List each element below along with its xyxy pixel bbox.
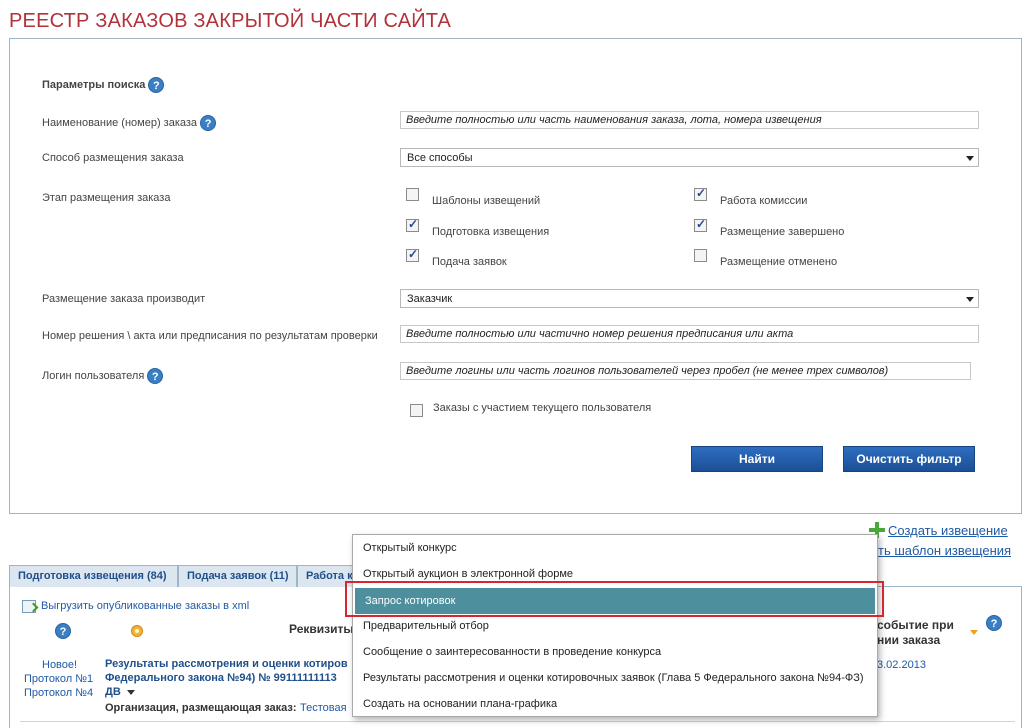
event-date: 3.02.2013	[877, 659, 926, 671]
create-notice-link[interactable]: Создать извещение	[888, 523, 1008, 538]
checkbox-cancelled-label: Размещение отменено	[720, 256, 838, 268]
checkbox-preparation[interactable]	[406, 217, 419, 232]
tab-commission[interactable]: Работа к	[297, 565, 357, 587]
protocol-1-link[interactable]: Протокол №1	[24, 673, 93, 685]
search-panel	[9, 38, 1022, 514]
sort-arrow-icon[interactable]	[970, 630, 978, 635]
checkbox-applications-label: Подача заявок	[432, 256, 507, 268]
org-value[interactable]: Тестовая	[300, 702, 347, 714]
checkbox-current-user-label: Заказы с участием текущего пользователя	[433, 402, 652, 414]
menu-item-open-tender[interactable]: Открытый конкурс	[353, 535, 877, 561]
help-icon[interactable]: ?	[148, 77, 165, 93]
decision-label: Номер решения \ акта или предписания по …	[42, 330, 378, 342]
find-button[interactable]: Найти	[691, 446, 823, 472]
menu-item-quotation-results[interactable]: Результаты рассмотрения и оценки котиров…	[353, 665, 877, 691]
tab-preparation[interactable]: Подготовка извещения (84)	[9, 565, 178, 587]
stage-label: Этап размещения заказа	[42, 192, 171, 204]
order-title-line2[interactable]: Федерального закона №94) № 99111111113	[105, 672, 337, 684]
checkbox-commission[interactable]	[694, 186, 707, 201]
help-icon[interactable]: ?	[200, 115, 217, 131]
order-title-line1[interactable]: Результаты рассмотрения и оценки котиров	[105, 658, 348, 670]
tab-applications[interactable]: Подача заявок (11)	[178, 565, 297, 587]
menu-item-interest-message[interactable]: Сообщение о заинтересованности в проведе…	[353, 639, 877, 665]
checkbox-cancelled[interactable]	[694, 249, 707, 262]
order-title-line3: ДВ	[105, 686, 135, 698]
create-template-link[interactable]: ть шаблон извещения	[878, 543, 1011, 558]
method-label: Способ размещения заказа	[42, 152, 184, 164]
menu-item-preselection[interactable]: Предварительный отбор	[353, 613, 877, 639]
chevron-down-icon	[966, 156, 974, 161]
chevron-down-icon[interactable]	[126, 689, 135, 695]
checkbox-completed[interactable]	[694, 217, 707, 232]
page-title: РЕЕСТР ЗАКАЗОВ ЗАКРЫТОЙ ЧАСТИ САЙТА	[9, 10, 452, 32]
checkbox-templates[interactable]	[406, 188, 419, 201]
menu-item-from-plan[interactable]: Создать на основании плана-графика	[353, 691, 877, 717]
help-icon[interactable]: ?	[986, 615, 1002, 631]
status-new: Новое!	[42, 659, 78, 671]
row-divider	[20, 721, 1015, 722]
login-input[interactable]: Введите логины или часть логинов пользов…	[400, 362, 971, 380]
create-notice-dropdown: Открытый конкурс Открытый аукцион в элек…	[352, 534, 878, 717]
chevron-down-icon	[966, 297, 974, 302]
checkbox-commission-label: Работа комиссии	[720, 195, 808, 207]
protocol-4-link[interactable]: Протокол №4	[24, 687, 93, 699]
name-input[interactable]: Введите полностью или часть наименования…	[400, 111, 979, 129]
checkbox-applications[interactable]	[406, 247, 419, 262]
checkbox-current-user[interactable]	[410, 404, 423, 417]
coin-icon	[131, 625, 143, 637]
method-select[interactable]: Все способы	[400, 148, 979, 167]
export-xml-icon	[22, 600, 36, 613]
login-label: Логин пользователя?	[42, 368, 164, 384]
column-event-line1: событие при	[877, 618, 954, 632]
decision-input[interactable]: Введите полностью или частично номер реш…	[400, 325, 979, 343]
placer-select[interactable]: Заказчик	[400, 289, 979, 308]
placer-label: Размещение заказа производит	[42, 293, 206, 305]
name-label: Наименование (номер) заказа?	[42, 115, 217, 131]
search-params-header: Параметры поиска?	[42, 77, 165, 93]
column-requisites: Реквизиты	[289, 622, 354, 636]
column-event-line2: нии заказа	[877, 633, 941, 647]
checkbox-completed-label: Размещение завершено	[720, 226, 845, 238]
checkbox-templates-label: Шаблоны извещений	[432, 195, 541, 207]
menu-item-quotation-request[interactable]: Запрос котировок	[355, 588, 875, 614]
org-label: Организация, размещающая заказ:	[105, 702, 297, 714]
help-icon[interactable]: ?	[55, 623, 71, 639]
help-icon[interactable]: ?	[147, 368, 164, 384]
checkbox-preparation-label: Подготовка извещения	[432, 226, 550, 238]
export-xml-link[interactable]: Выгрузить опубликованные заказы в xml	[41, 600, 249, 612]
clear-filter-button[interactable]: Очистить фильтр	[843, 446, 975, 472]
menu-item-electronic-auction[interactable]: Открытый аукцион в электронной форме	[353, 561, 877, 587]
